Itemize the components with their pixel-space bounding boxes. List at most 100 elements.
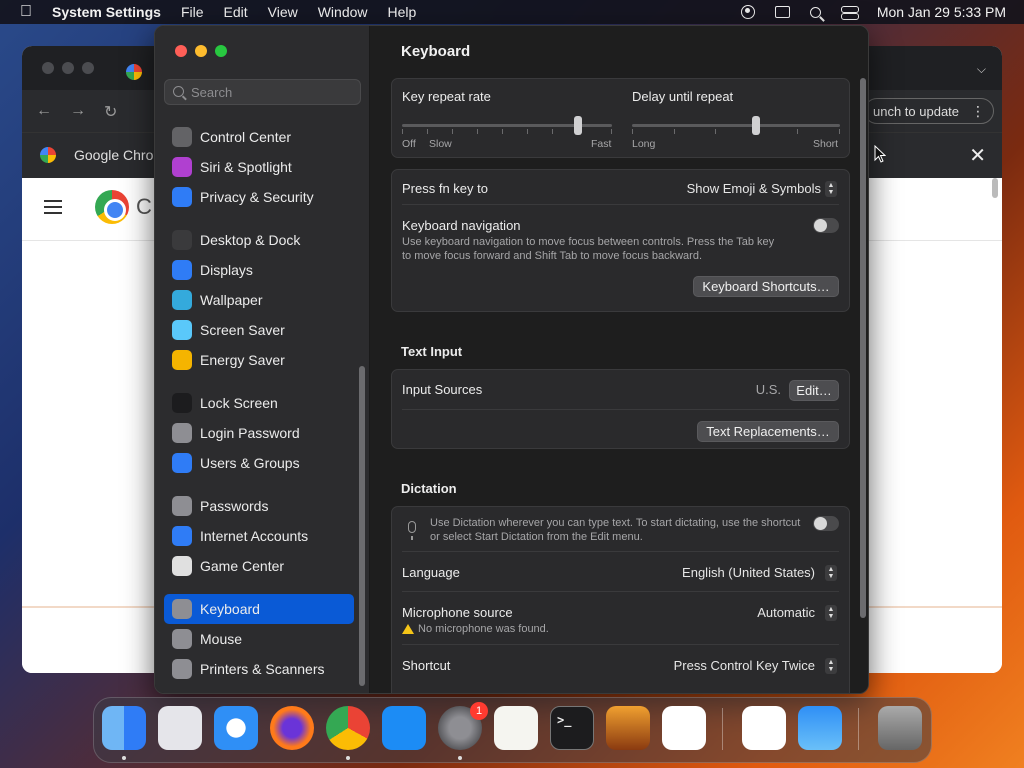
vscode-icon[interactable]: [662, 706, 706, 750]
settings-sidebar: Search Control Center Siri & Spotlight Pri…: [155, 26, 370, 693]
minimize-window-button[interactable]: [195, 45, 207, 57]
dock: 1 >_: [93, 697, 932, 763]
sidebar-item-desktop-dock[interactable]: Desktop & Dock: [164, 225, 354, 255]
sidebar-item-internet-accounts[interactable]: Internet Accounts: [164, 521, 354, 551]
back-arrow-icon[interactable]: ←: [36, 102, 52, 122]
sidebar-item-game-center[interactable]: Game Center: [164, 551, 354, 581]
google-tab-icon[interactable]: [126, 64, 142, 80]
sidebar-item-screen-saver[interactable]: Screen Saver: [164, 315, 354, 345]
search-input[interactable]: Search: [164, 79, 361, 105]
launchpad-icon[interactable]: [158, 706, 202, 750]
sidebar-item-wallpaper[interactable]: Wallpaper: [164, 285, 354, 315]
sidebar-item-mouse[interactable]: Mouse: [164, 624, 354, 654]
main-scrollbar[interactable]: [860, 78, 866, 618]
system-settings-icon[interactable]: 1: [438, 702, 488, 750]
microphone-stepper-icon[interactable]: ▲ ▼: [825, 605, 837, 621]
keyboard-nav-toggle[interactable]: [813, 218, 839, 233]
kebab-menu-icon[interactable]: ⋮: [971, 103, 985, 120]
delay-repeat-slider[interactable]: [632, 124, 840, 127]
fn-key-stepper-icon[interactable]: ▲ ▼: [825, 181, 837, 197]
tick: [452, 129, 453, 134]
delay-repeat-slider-knob[interactable]: [752, 116, 760, 135]
microphone-warning: No microphone was found.: [418, 623, 549, 635]
sidebar-item-printers-scanners[interactable]: Printers & Scanners: [164, 654, 354, 684]
safari-icon[interactable]: [214, 706, 258, 750]
visual-studio-icon[interactable]: [742, 706, 786, 750]
game-center-icon: [172, 556, 192, 576]
microphone-popup[interactable]: Automatic: [757, 605, 815, 620]
chevron-down-icon[interactable]: ⌵: [977, 62, 986, 77]
key-repeat-slider-knob[interactable]: [574, 116, 582, 135]
text-replacements-button[interactable]: Text Replacements…: [697, 421, 839, 442]
menu-view[interactable]: View: [268, 4, 298, 20]
shortcut-popup[interactable]: Press Control Key Twice: [674, 658, 815, 673]
key-repeat-label: Key repeat rate: [402, 89, 491, 104]
control-center-toggle-icon[interactable]: [840, 6, 859, 20]
guitar-icon[interactable]: [606, 706, 650, 750]
menu-window[interactable]: Window: [318, 4, 368, 20]
tick: [632, 129, 633, 134]
sidebar-item-energy-saver[interactable]: Energy Saver: [164, 345, 354, 375]
hamburger-menu-icon[interactable]: [44, 200, 62, 214]
chrome-icon[interactable]: [326, 706, 370, 750]
menu-app-name[interactable]: System Settings: [52, 4, 161, 20]
row-divider: [402, 644, 839, 645]
keyboard-shortcuts-button[interactable]: Keyboard Shortcuts…: [693, 276, 839, 297]
input-sources-edit-button[interactable]: Edit…: [789, 380, 839, 401]
close-icon[interactable]: ✕: [969, 143, 986, 168]
menu-edit[interactable]: Edit: [224, 4, 248, 20]
sidebar-scrollbar[interactable]: [359, 366, 365, 686]
sidebar-item-lock-screen[interactable]: Lock Screen: [164, 388, 354, 418]
finder-icon[interactable]: [102, 706, 146, 750]
terminal-icon[interactable]: >_: [550, 706, 594, 750]
trash-icon[interactable]: [878, 706, 922, 750]
fn-key-label: Press fn key to: [402, 181, 488, 196]
app-store-icon[interactable]: [382, 706, 426, 750]
sidebar-item-control-center[interactable]: Control Center: [164, 122, 354, 152]
sidebar-item-users-groups[interactable]: Users & Groups: [164, 448, 354, 478]
chrome-scrollbar[interactable]: [992, 178, 998, 198]
chrome-zoom-button[interactable]: [82, 62, 94, 74]
relaunch-update-button[interactable]: unch to update ⋮: [864, 98, 994, 124]
chrome-big-logo-icon: [95, 190, 129, 224]
weather-icon[interactable]: [798, 706, 842, 750]
dock-separator: [722, 708, 723, 750]
menu-help[interactable]: Help: [388, 4, 417, 20]
shortcut-stepper-icon[interactable]: ▲ ▼: [825, 658, 837, 674]
key-icon: [172, 496, 192, 516]
textedit-icon[interactable]: [494, 706, 538, 750]
language-stepper-icon[interactable]: ▲ ▼: [825, 565, 837, 581]
zoom-window-button[interactable]: [215, 45, 227, 57]
sidebar-item-privacy-security[interactable]: Privacy & Security: [164, 182, 354, 212]
firefox-icon[interactable]: [270, 706, 314, 750]
apple-menu-icon[interactable]: : [0, 3, 52, 21]
screen-mirroring-icon[interactable]: [774, 6, 790, 18]
user-account-icon[interactable]: [740, 5, 755, 19]
dictation-toggle[interactable]: [813, 516, 839, 531]
wallpaper-icon: [172, 290, 192, 310]
menu-file[interactable]: File: [181, 4, 204, 20]
chrome-close-button[interactable]: [42, 62, 54, 74]
chrome-minimize-button[interactable]: [62, 62, 74, 74]
spotlight-search-icon[interactable]: [809, 6, 821, 18]
reload-icon[interactable]: ↻: [104, 102, 117, 122]
row-divider: [402, 591, 839, 592]
sidebar-item-label: Game Center: [200, 558, 285, 574]
tick: [402, 129, 403, 134]
sidebar-item-passwords[interactable]: Passwords: [164, 491, 354, 521]
sidebar-item-login-password[interactable]: Login Password: [164, 418, 354, 448]
close-window-button[interactable]: [175, 45, 187, 57]
fn-key-popup[interactable]: Show Emoji & Symbols: [687, 181, 821, 196]
sidebar-item-label: Desktop & Dock: [200, 232, 301, 248]
mouse-icon: [172, 629, 192, 649]
menu-clock[interactable]: Mon Jan 29 5:33 PM: [877, 4, 1006, 20]
sidebar-list: Control Center Siri & Spotlight Privacy & …: [164, 122, 354, 684]
sidebar-item-siri-spotlight[interactable]: Siri & Spotlight: [164, 152, 354, 182]
language-popup[interactable]: English (United States): [682, 565, 815, 580]
sidebar-item-displays[interactable]: Displays: [164, 255, 354, 285]
sidebar-item-keyboard[interactable]: Keyboard: [164, 594, 354, 624]
forward-arrow-icon[interactable]: →: [70, 102, 86, 122]
notification-badge: 1: [470, 702, 488, 720]
screen-saver-icon: [172, 320, 192, 340]
